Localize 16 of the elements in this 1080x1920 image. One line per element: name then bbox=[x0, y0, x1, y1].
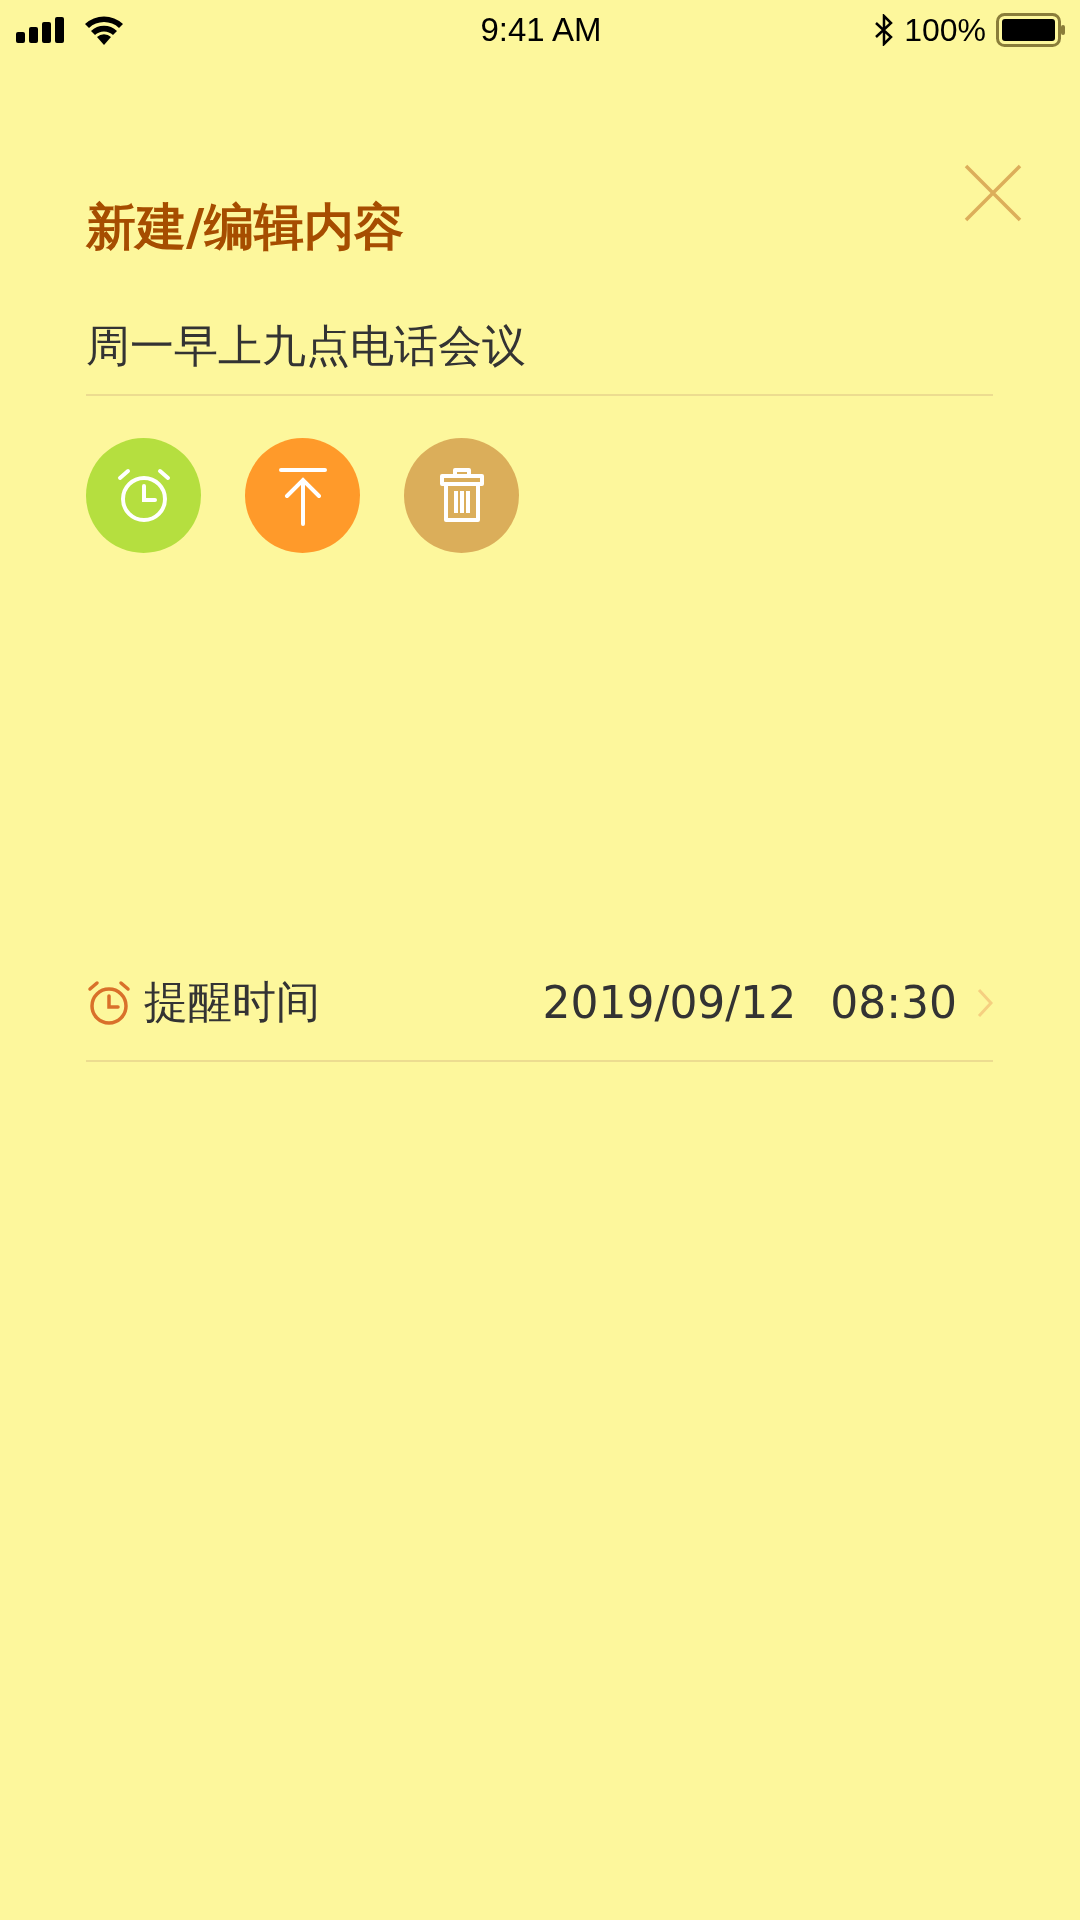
reminder-date: 2019/09/12 bbox=[542, 977, 797, 1028]
chevron-right-icon bbox=[977, 987, 993, 1018]
close-button[interactable] bbox=[964, 164, 1022, 222]
status-time: 9:41 AM bbox=[480, 11, 602, 49]
wifi-icon bbox=[84, 15, 124, 45]
reminder-label: 提醒时间 bbox=[144, 975, 321, 1029]
signal-icon bbox=[16, 17, 66, 43]
reminder-time: 08:30 bbox=[830, 977, 957, 1028]
arrow-to-top-icon bbox=[277, 465, 328, 526]
trash-icon bbox=[438, 466, 485, 525]
bluetooth-icon bbox=[874, 14, 895, 46]
page-title: 新建/编辑内容 bbox=[86, 197, 405, 258]
battery-icon bbox=[996, 13, 1066, 47]
content-input-field[interactable]: 周一早上九点电话会议 bbox=[86, 321, 993, 396]
alarm-clock-icon bbox=[86, 979, 132, 1026]
battery-percentage: 100% bbox=[904, 11, 986, 49]
